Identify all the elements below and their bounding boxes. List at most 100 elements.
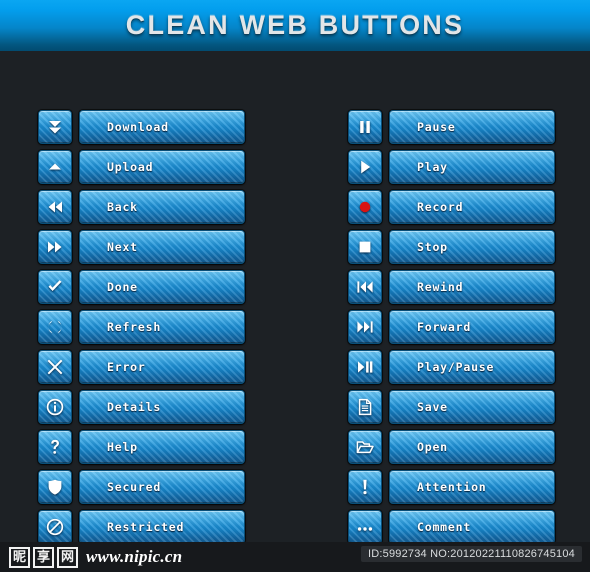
icon-button-refresh[interactable] [38, 310, 72, 344]
page-header: CLEAN WEB BUTTONS [0, 0, 590, 52]
icon-button-save[interactable] [348, 390, 382, 424]
double-triangle-right-icon [46, 238, 64, 256]
button-label: Restricted [107, 520, 185, 534]
shield-icon [46, 478, 64, 496]
icon-button-back[interactable] [38, 190, 72, 224]
label-button-forward[interactable]: Forward [389, 310, 555, 344]
button-row: Attention [348, 470, 555, 504]
label-button-details[interactable]: Details [79, 390, 245, 424]
icon-button-forward[interactable] [348, 310, 382, 344]
button-label: Secured [107, 480, 162, 494]
button-label: Attention [417, 480, 487, 494]
icon-button-pause[interactable] [348, 110, 382, 144]
double-triangle-left-icon [46, 198, 64, 216]
label-button-attention[interactable]: Attention [389, 470, 555, 504]
button-row: Restricted [38, 510, 245, 544]
button-row: Error [38, 350, 245, 384]
buttons-board: Download Upload Back Next Done Refresh Error De… [0, 51, 590, 544]
button-label: Save [417, 400, 448, 414]
label-button-next[interactable]: Next [79, 230, 245, 264]
button-row: Secured [38, 470, 245, 504]
check-icon [46, 278, 64, 296]
label-button-stop[interactable]: Stop [389, 230, 555, 264]
button-row: Forward [348, 310, 555, 344]
button-label: Next [107, 240, 138, 254]
left-button-column: Download Upload Back Next Done Refresh Error De… [38, 110, 245, 550]
label-button-help[interactable]: Help [79, 430, 245, 464]
button-label: Play/Pause [417, 360, 495, 374]
button-label: Details [107, 400, 162, 414]
icon-button-record[interactable] [348, 190, 382, 224]
icon-button-details[interactable] [38, 390, 72, 424]
button-label: Stop [417, 240, 448, 254]
exclamation-icon [356, 478, 374, 496]
icon-button-download[interactable] [38, 110, 72, 144]
nipic-logo: 昵享网 [9, 546, 78, 568]
button-row: Help [38, 430, 245, 464]
icon-button-stop[interactable] [348, 230, 382, 264]
no-entry-icon [46, 518, 64, 536]
footer-watermark-bar: 昵享网 www.nipic.cn ID:5992734 NO:201202211… [0, 542, 590, 572]
label-button-upload[interactable]: Upload [79, 150, 245, 184]
button-row: Record [348, 190, 555, 224]
label-button-back[interactable]: Back [79, 190, 245, 224]
label-button-done[interactable]: Done [79, 270, 245, 304]
button-row: Details [38, 390, 245, 424]
play-pause-icon [356, 358, 374, 376]
button-row: Stop [348, 230, 555, 264]
label-button-comment[interactable]: Comment [389, 510, 555, 544]
record-circle-icon [356, 198, 374, 216]
double-chevron-down-icon [46, 118, 64, 136]
x-cross-icon [46, 358, 64, 376]
button-set-poster: CLEAN WEB BUTTONS Download Upload Back Next… [0, 0, 590, 572]
label-button-restricted[interactable]: Restricted [79, 510, 245, 544]
button-label: Play [417, 160, 448, 174]
button-label: Help [107, 440, 138, 454]
rewind-icon [356, 278, 374, 296]
button-row: Back [38, 190, 245, 224]
icon-button-upload[interactable] [38, 150, 72, 184]
button-row: Done [38, 270, 245, 304]
icon-button-restricted[interactable] [38, 510, 72, 544]
label-button-refresh[interactable]: Refresh [79, 310, 245, 344]
button-row: Save [348, 390, 555, 424]
icon-button-error[interactable] [38, 350, 72, 384]
logo-char-box: 昵 [9, 546, 30, 568]
label-button-play-pause[interactable]: Play/Pause [389, 350, 555, 384]
icon-button-play-pause[interactable] [348, 350, 382, 384]
button-row: Next [38, 230, 245, 264]
icon-button-play[interactable] [348, 150, 382, 184]
label-button-play[interactable]: Play [389, 150, 555, 184]
page-title: CLEAN WEB BUTTONS [125, 10, 465, 40]
button-label: Upload [107, 160, 154, 174]
icon-button-next[interactable] [38, 230, 72, 264]
icon-button-help[interactable] [38, 430, 72, 464]
button-label: Back [107, 200, 138, 214]
button-label: Error [107, 360, 146, 374]
icon-button-secured[interactable] [38, 470, 72, 504]
label-button-secured[interactable]: Secured [79, 470, 245, 504]
icon-button-done[interactable] [38, 270, 72, 304]
button-label: Rewind [417, 280, 464, 294]
icon-button-rewind[interactable] [348, 270, 382, 304]
button-row: Comment [348, 510, 555, 544]
icon-button-comment[interactable] [348, 510, 382, 544]
label-button-download[interactable]: Download [79, 110, 245, 144]
stop-square-icon [356, 238, 374, 256]
button-label: Comment [417, 520, 472, 534]
label-button-pause[interactable]: Pause [389, 110, 555, 144]
label-button-rewind[interactable]: Rewind [389, 270, 555, 304]
image-id-watermark: ID:5992734 NO:20120221110826745104 [360, 546, 582, 562]
question-mark-icon [46, 438, 64, 456]
button-row: Play/Pause [348, 350, 555, 384]
play-icon [356, 158, 374, 176]
icon-button-open[interactable] [348, 430, 382, 464]
label-button-record[interactable]: Record [389, 190, 555, 224]
icon-button-attention[interactable] [348, 470, 382, 504]
label-button-open[interactable]: Open [389, 430, 555, 464]
button-row: Open [348, 430, 555, 464]
label-button-save[interactable]: Save [389, 390, 555, 424]
label-button-error[interactable]: Error [79, 350, 245, 384]
fast-forward-icon [356, 318, 374, 336]
button-label: Done [107, 280, 138, 294]
